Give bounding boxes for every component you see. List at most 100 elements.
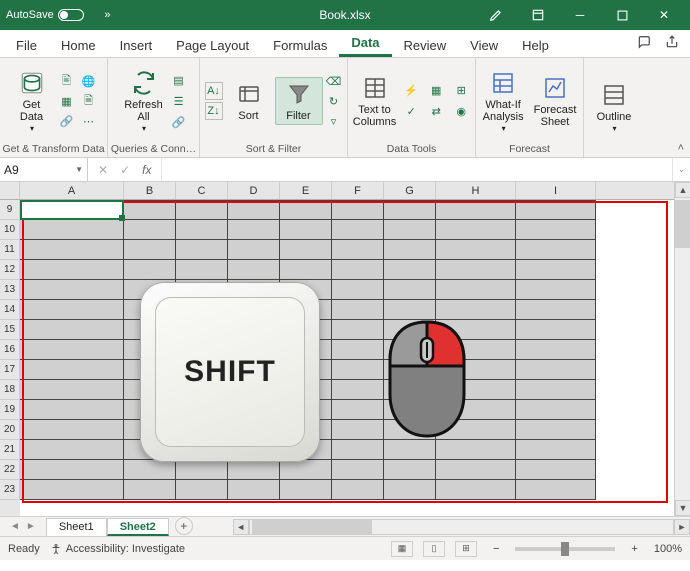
cell[interactable] bbox=[124, 460, 176, 480]
recent-sources-icon[interactable]: 🗎 bbox=[80, 92, 98, 110]
cell[interactable] bbox=[516, 220, 596, 240]
col-head-F[interactable]: F bbox=[332, 182, 384, 199]
cell[interactable] bbox=[228, 460, 280, 480]
cell[interactable] bbox=[516, 280, 596, 300]
cell[interactable] bbox=[280, 220, 332, 240]
name-box[interactable]: A9 ▼ bbox=[0, 158, 88, 181]
cell[interactable] bbox=[20, 300, 124, 320]
zoom-level[interactable]: 100% bbox=[654, 543, 682, 555]
close-button[interactable]: ✕ bbox=[644, 0, 684, 30]
cell[interactable] bbox=[516, 300, 596, 320]
cell[interactable] bbox=[384, 260, 436, 280]
cell[interactable] bbox=[516, 460, 596, 480]
tab-data[interactable]: Data bbox=[339, 31, 391, 57]
cell[interactable] bbox=[124, 200, 176, 220]
cell[interactable] bbox=[20, 440, 124, 460]
cell[interactable] bbox=[384, 440, 436, 460]
row-head-18[interactable]: 18 bbox=[0, 380, 20, 400]
from-text-icon[interactable]: 🖹 bbox=[58, 72, 76, 90]
row-head-11[interactable]: 11 bbox=[0, 240, 20, 260]
autosave-toggle[interactable] bbox=[58, 9, 84, 21]
quick-pen-icon[interactable] bbox=[476, 0, 516, 30]
cell[interactable] bbox=[20, 240, 124, 260]
existing-conn-icon[interactable]: 🔗 bbox=[58, 112, 76, 130]
outline-button[interactable]: Outline▾ bbox=[590, 79, 638, 136]
zoom-in-button[interactable]: + bbox=[625, 543, 643, 555]
text-to-columns-button[interactable]: Text to Columns bbox=[349, 72, 400, 130]
col-head-H[interactable]: H bbox=[436, 182, 516, 199]
cell[interactable] bbox=[176, 220, 228, 240]
qat-chevron-icon[interactable]: » bbox=[104, 9, 110, 21]
cell[interactable] bbox=[384, 220, 436, 240]
cell[interactable] bbox=[436, 300, 516, 320]
sort-asc-icon[interactable]: A↓ bbox=[205, 82, 223, 100]
sort-button[interactable]: Sort bbox=[225, 78, 273, 124]
row-head-13[interactable]: 13 bbox=[0, 280, 20, 300]
cell[interactable] bbox=[436, 240, 516, 260]
cell[interactable] bbox=[332, 220, 384, 240]
cell[interactable] bbox=[332, 420, 384, 440]
row-head-16[interactable]: 16 bbox=[0, 340, 20, 360]
cell[interactable] bbox=[20, 260, 124, 280]
enter-formula-icon[interactable]: ✓ bbox=[120, 163, 130, 177]
from-table-icon[interactable]: ▦ bbox=[58, 92, 76, 110]
cell[interactable] bbox=[20, 460, 124, 480]
cell[interactable] bbox=[332, 320, 384, 340]
tab-insert[interactable]: Insert bbox=[108, 34, 165, 57]
cell[interactable] bbox=[280, 240, 332, 260]
col-head-E[interactable]: E bbox=[280, 182, 332, 199]
scroll-up-button[interactable]: ▲ bbox=[675, 182, 690, 198]
accessibility-status[interactable]: Accessibility: Investigate bbox=[50, 543, 185, 555]
from-web-icon[interactable]: 🌐 bbox=[80, 72, 98, 90]
clear-filter-icon[interactable]: ⌫ bbox=[325, 72, 343, 90]
col-head-B[interactable]: B bbox=[124, 182, 176, 199]
view-page-break-button[interactable]: ⊞ bbox=[455, 541, 477, 557]
select-all-corner[interactable] bbox=[0, 182, 20, 200]
flash-fill-icon[interactable]: ⚡ bbox=[402, 82, 420, 100]
cell[interactable] bbox=[20, 360, 124, 380]
vertical-scrollbar[interactable]: ▲ ▼ bbox=[674, 182, 690, 516]
fx-icon[interactable]: fx bbox=[142, 163, 151, 177]
advanced-filter-icon[interactable]: ▿ bbox=[325, 112, 343, 130]
cell[interactable] bbox=[516, 420, 596, 440]
get-data-button[interactable]: Get Data▾ bbox=[8, 67, 56, 136]
horizontal-scrollbar[interactable]: ◄ ► bbox=[233, 517, 690, 536]
cell[interactable] bbox=[124, 480, 176, 500]
cell[interactable] bbox=[332, 200, 384, 220]
row-head-10[interactable]: 10 bbox=[0, 220, 20, 240]
remove-dup-icon[interactable]: ▦ bbox=[427, 82, 445, 100]
cell[interactable] bbox=[280, 480, 332, 500]
cell[interactable] bbox=[20, 280, 124, 300]
cell[interactable] bbox=[516, 240, 596, 260]
col-head-C[interactable]: C bbox=[176, 182, 228, 199]
cell[interactable] bbox=[384, 460, 436, 480]
scroll-left-button[interactable]: ◄ bbox=[233, 519, 249, 535]
zoom-slider-thumb[interactable] bbox=[561, 542, 569, 556]
cell[interactable] bbox=[332, 460, 384, 480]
col-head-A[interactable]: A bbox=[20, 182, 124, 199]
tab-help[interactable]: Help bbox=[510, 34, 561, 57]
data-model-icon[interactable]: ◉ bbox=[452, 103, 470, 121]
cell[interactable] bbox=[516, 360, 596, 380]
maximize-button[interactable] bbox=[602, 0, 642, 30]
ribbon-collapse-icon[interactable]: ˄ bbox=[678, 142, 684, 154]
cell[interactable] bbox=[436, 440, 516, 460]
cell[interactable] bbox=[384, 240, 436, 260]
cell[interactable] bbox=[436, 200, 516, 220]
cell[interactable] bbox=[332, 380, 384, 400]
row-head-21[interactable]: 21 bbox=[0, 440, 20, 460]
cell[interactable] bbox=[176, 200, 228, 220]
comments-icon[interactable] bbox=[630, 32, 658, 55]
row-head-14[interactable]: 14 bbox=[0, 300, 20, 320]
placeholder-icon[interactable]: ⋯ bbox=[80, 112, 98, 130]
cancel-formula-icon[interactable]: ✕ bbox=[98, 163, 108, 177]
view-page-layout-button[interactable]: ▯ bbox=[423, 541, 445, 557]
cell[interactable] bbox=[280, 460, 332, 480]
tab-page-layout[interactable]: Page Layout bbox=[164, 34, 261, 57]
sheet-nav-next-icon[interactable]: ► bbox=[26, 521, 36, 532]
cell[interactable] bbox=[332, 400, 384, 420]
minimize-button[interactable]: ─ bbox=[560, 0, 600, 30]
properties-icon[interactable]: ☰ bbox=[170, 92, 188, 110]
cell[interactable] bbox=[176, 480, 228, 500]
row-head-20[interactable]: 20 bbox=[0, 420, 20, 440]
